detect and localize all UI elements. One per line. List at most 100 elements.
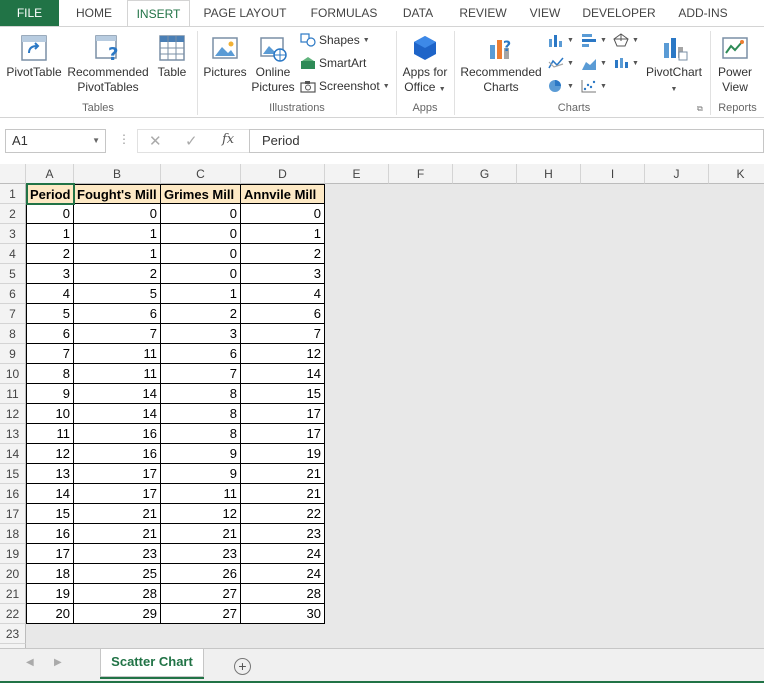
column-header[interactable]: F (389, 164, 453, 184)
pictures-button[interactable]: Pictures (202, 33, 248, 80)
power-view-button[interactable]: Power View (714, 33, 756, 95)
table-cell[interactable]: 25 (74, 564, 161, 584)
table-cell[interactable]: 11 (74, 344, 161, 364)
table-cell[interactable]: 13 (26, 464, 74, 484)
table-cell[interactable]: 9 (161, 444, 241, 464)
scroll-right-icon[interactable]: ▶ (54, 657, 62, 668)
tab-review[interactable]: REVIEW (454, 0, 512, 26)
column-header[interactable]: G (453, 164, 517, 184)
table-cell[interactable]: 17 (241, 424, 325, 444)
table-cell[interactable]: 2 (74, 264, 161, 284)
bar-chart-button[interactable]: ▼ (581, 33, 607, 47)
table-cell[interactable]: 7 (241, 324, 325, 344)
table-cell[interactable]: 15 (26, 504, 74, 524)
online-pictures-button[interactable]: Online Pictures (250, 33, 296, 95)
table-cell[interactable]: 12 (241, 344, 325, 364)
table-cell[interactable]: 28 (74, 584, 161, 604)
table-cell[interactable]: 0 (161, 264, 241, 284)
table-cell[interactable]: 9 (26, 384, 74, 404)
smartart-button[interactable]: SmartArt (300, 56, 366, 70)
table-cell[interactable]: 1 (241, 224, 325, 244)
table-cell[interactable]: 5 (74, 284, 161, 304)
tab-developer[interactable]: DEVELOPER (578, 0, 660, 26)
row-header[interactable]: 19 (0, 544, 26, 564)
table-cell[interactable]: 14 (74, 404, 161, 424)
row-header[interactable]: 10 (0, 364, 26, 384)
table-cell[interactable]: 30 (241, 604, 325, 624)
row-header[interactable]: 20 (0, 564, 26, 584)
table-header-cell[interactable]: Period (26, 184, 74, 204)
recommended-pivottables-button[interactable]: ? Recommended PivotTables (64, 33, 152, 95)
row-header[interactable]: 12 (0, 404, 26, 424)
table-cell[interactable]: 6 (26, 324, 74, 344)
table-cell[interactable]: 0 (74, 204, 161, 224)
tab-file[interactable]: FILE (0, 0, 59, 26)
column-header[interactable]: B (74, 164, 161, 184)
table-cell[interactable]: 2 (26, 244, 74, 264)
table-cell[interactable]: 29 (74, 604, 161, 624)
column-header[interactable]: I (581, 164, 645, 184)
row-header[interactable]: 16 (0, 484, 26, 504)
table-cell[interactable]: 21 (241, 484, 325, 504)
table-cell[interactable]: 16 (74, 444, 161, 464)
insert-function-icon[interactable]: fx (222, 132, 234, 147)
empty-sheet-area[interactable] (325, 184, 764, 648)
table-cell[interactable]: 3 (241, 264, 325, 284)
table-cell[interactable]: 17 (241, 404, 325, 424)
table-button[interactable]: Table (153, 33, 191, 80)
pivotchart-button[interactable]: PivotChart ▼ (642, 33, 706, 97)
enter-check-icon[interactable]: ✓ (185, 132, 198, 150)
table-cell[interactable]: 2 (241, 244, 325, 264)
table-header-cell[interactable]: Grimes Mill (161, 184, 241, 204)
table-cell[interactable]: 16 (74, 424, 161, 444)
sheet-tab-scatter-chart[interactable]: Scatter Chart (100, 649, 204, 677)
row-header[interactable]: 3 (0, 224, 26, 244)
add-sheet-icon[interactable]: + (234, 658, 251, 675)
table-cell[interactable]: 26 (161, 564, 241, 584)
select-all-corner[interactable] (0, 164, 26, 184)
row-header[interactable]: 15 (0, 464, 26, 484)
empty-sheet-area[interactable] (26, 624, 326, 648)
table-cell[interactable]: 14 (26, 484, 74, 504)
table-header-cell[interactable]: Fought's Mill (74, 184, 161, 204)
table-cell[interactable]: 27 (161, 584, 241, 604)
table-cell[interactable]: 21 (74, 524, 161, 544)
row-header[interactable]: 21 (0, 584, 26, 604)
table-cell[interactable]: 6 (74, 304, 161, 324)
recommended-charts-button[interactable]: ? Recommended Charts (458, 33, 544, 95)
stock-chart-button[interactable]: ▼ (613, 56, 639, 70)
row-header[interactable]: 2 (0, 204, 26, 224)
table-cell[interactable]: 14 (74, 384, 161, 404)
table-cell[interactable]: 24 (241, 564, 325, 584)
tab-view[interactable]: VIEW (524, 0, 566, 26)
row-header[interactable]: 1 (0, 184, 26, 204)
table-cell[interactable]: 24 (241, 544, 325, 564)
table-cell[interactable]: 5 (26, 304, 74, 324)
table-cell[interactable]: 4 (26, 284, 74, 304)
table-cell[interactable]: 1 (161, 284, 241, 304)
column-header[interactable]: D (241, 164, 325, 184)
column-header[interactable]: K (709, 164, 764, 184)
area-chart-button[interactable]: ▼ (581, 56, 607, 70)
column-header[interactable]: E (325, 164, 389, 184)
tab-data[interactable]: DATA (394, 0, 442, 26)
table-cell[interactable]: 27 (161, 604, 241, 624)
row-header[interactable]: 18 (0, 524, 26, 544)
table-cell[interactable]: 0 (161, 224, 241, 244)
table-cell[interactable]: 12 (161, 504, 241, 524)
table-cell[interactable]: 15 (241, 384, 325, 404)
table-cell[interactable]: 1 (74, 244, 161, 264)
table-cell[interactable]: 0 (161, 204, 241, 224)
tab-home[interactable]: HOME (62, 0, 126, 26)
column-chart-button[interactable]: ▼ (548, 33, 574, 47)
table-cell[interactable]: 7 (161, 364, 241, 384)
table-cell[interactable]: 21 (241, 464, 325, 484)
pie-chart-button[interactable]: ▼ (548, 79, 574, 93)
table-cell[interactable]: 23 (241, 524, 325, 544)
table-cell[interactable]: 21 (161, 524, 241, 544)
table-cell[interactable]: 0 (26, 204, 74, 224)
line-chart-button[interactable]: ▼ (548, 56, 574, 70)
tab-insert[interactable]: INSERT (127, 0, 190, 27)
row-header[interactable]: 5 (0, 264, 26, 284)
table-cell[interactable]: 23 (161, 544, 241, 564)
